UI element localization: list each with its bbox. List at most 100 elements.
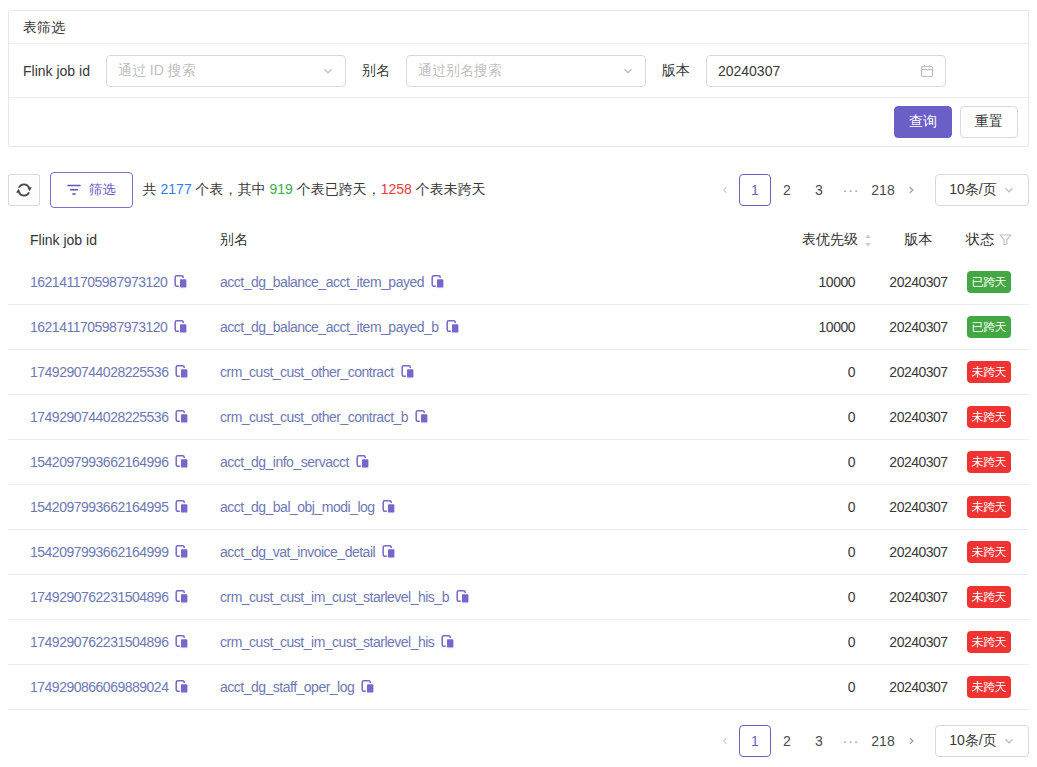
page-number-button[interactable]: 218 (867, 725, 899, 757)
page-number-button[interactable]: 218 (867, 174, 899, 206)
copy-icon[interactable] (361, 680, 375, 694)
alias-link[interactable]: acct_dg_staff_oper_log (220, 679, 354, 695)
version-date-value: 20240307 (718, 63, 920, 79)
col-status[interactable]: 状态 (965, 231, 1013, 249)
table-row: 1542097993662164995 acct_dg_bal_obj_modi_… (8, 485, 1029, 530)
page-number-button[interactable]: 3 (803, 725, 835, 757)
copy-icon[interactable] (356, 455, 370, 469)
filter-panel: 表筛选 Flink job id 通过 ID 搜索 别名 通过别名搜索 版本 2… (8, 10, 1029, 147)
col-priority[interactable]: 表优先级 (755, 231, 872, 249)
funnel-icon (999, 234, 1012, 246)
status-badge: 未跨天 (967, 586, 1012, 608)
alias-label: 别名 (362, 62, 390, 80)
alias-link[interactable]: acct_dg_vat_invoice_detail (220, 544, 375, 560)
copy-icon[interactable] (441, 635, 455, 649)
pagination-top: 123···218 (713, 174, 925, 206)
flink-job-id-link[interactable]: 1749290744028225536 (30, 364, 168, 380)
copy-icon[interactable] (415, 410, 429, 424)
cell-priority: 0 (755, 634, 872, 650)
copy-icon[interactable] (175, 545, 189, 559)
col-version: 版本 (872, 231, 965, 249)
page-next-button[interactable] (899, 174, 925, 206)
sort-icon (864, 234, 872, 247)
page-ellipsis[interactable]: ··· (835, 725, 867, 757)
copy-icon[interactable] (175, 410, 189, 424)
alias-link[interactable]: acct_dg_balance_acct_item_payed_b (220, 319, 439, 335)
alias-link[interactable]: crm_cust_cust_im_cust_starlevel_his (220, 634, 434, 650)
copy-icon[interactable] (446, 320, 460, 334)
flink-job-id-link[interactable]: 1749290762231504896 (30, 634, 168, 650)
copy-icon[interactable] (175, 680, 189, 694)
query-button[interactable]: 查询 (894, 106, 952, 138)
cell-status: 未跨天 (965, 631, 1013, 653)
cell-status: 未跨天 (965, 676, 1013, 698)
cell-version: 20240307 (872, 544, 965, 560)
status-badge: 未跨天 (967, 631, 1012, 653)
flink-job-id-link[interactable]: 1749290866069889024 (30, 679, 168, 695)
copy-icon[interactable] (175, 500, 189, 514)
table-body: 1621411705987973120 acct_dg_balance_acct_… (8, 260, 1029, 710)
flink-job-id-link[interactable]: 1749290744028225536 (30, 409, 168, 425)
page-next-button[interactable] (899, 725, 925, 757)
alias-link[interactable]: crm_cust_cust_im_cust_starlevel_his_b (220, 589, 449, 605)
copy-icon[interactable] (175, 635, 189, 649)
page-size-select-bottom[interactable]: 10条/页 (935, 725, 1029, 757)
table-header: Flink job id 别名 表优先级 版本 状态 (8, 220, 1029, 260)
table-row: 1542097993662164996 acct_dg_info_servacct… (8, 440, 1029, 485)
copy-icon[interactable] (401, 365, 415, 379)
pagination-bottom-row: 123···218 10条/页 (8, 725, 1029, 757)
refresh-button[interactable] (8, 174, 40, 206)
chevron-down-icon (622, 65, 634, 77)
cell-version: 20240307 (872, 364, 965, 380)
page-number-button[interactable]: 1 (739, 174, 771, 206)
cell-version: 20240307 (872, 319, 965, 335)
flink-job-id-link[interactable]: 1621411705987973120 (30, 319, 167, 335)
page-number-button[interactable]: 1 (739, 725, 771, 757)
flink-job-id-link[interactable]: 1749290762231504896 (30, 589, 168, 605)
cell-priority: 0 (755, 364, 872, 380)
summary-text: 共 2177 个表，其中 919 个表已跨天，1258 个表未跨天 (143, 181, 486, 199)
copy-icon[interactable] (431, 275, 445, 289)
cell-version: 20240307 (872, 274, 965, 290)
col-alias: 别名 (220, 231, 755, 249)
copy-icon[interactable] (174, 320, 188, 334)
copy-icon[interactable] (456, 590, 470, 604)
cell-flink-job-id: 1749290762231504896 (30, 589, 220, 605)
alias-link[interactable]: acct_dg_bal_obj_modi_log (220, 499, 375, 515)
col-flink-job-id: Flink job id (30, 232, 220, 248)
page-number-button[interactable]: 3 (803, 174, 835, 206)
cell-flink-job-id: 1749290744028225536 (30, 364, 220, 380)
cell-alias: acct_dg_balance_acct_item_payed (220, 274, 755, 290)
alias-link[interactable]: crm_cust_cust_other_contract (220, 364, 394, 380)
flink-job-id-select[interactable]: 通过 ID 搜索 (106, 55, 346, 87)
table-row: 1621411705987973120 acct_dg_balance_acct_… (8, 260, 1029, 305)
page-number-button[interactable]: 2 (771, 174, 803, 206)
cell-version: 20240307 (872, 679, 965, 695)
flink-job-id-link[interactable]: 1621411705987973120 (30, 274, 167, 290)
page-ellipsis[interactable]: ··· (835, 174, 867, 206)
cell-version: 20240307 (872, 499, 965, 515)
alias-link[interactable]: acct_dg_balance_acct_item_payed (220, 274, 424, 290)
flink-job-id-link[interactable]: 1542097993662164995 (30, 499, 168, 515)
copy-icon[interactable] (382, 545, 396, 559)
cell-alias: crm_cust_cust_other_contract (220, 364, 755, 380)
flink-job-id-link[interactable]: 1542097993662164996 (30, 454, 168, 470)
copy-icon[interactable] (175, 365, 189, 379)
alias-link[interactable]: crm_cust_cust_other_contract_b (220, 409, 408, 425)
version-date-input[interactable]: 20240307 (706, 55, 946, 87)
alias-select[interactable]: 通过别名搜索 (406, 55, 646, 87)
calendar-icon (920, 64, 934, 78)
chevron-down-icon (1003, 184, 1015, 196)
alias-link[interactable]: acct_dg_info_servacct (220, 454, 349, 470)
flink-job-id-link[interactable]: 1542097993662164999 (30, 544, 168, 560)
copy-icon[interactable] (175, 455, 189, 469)
copy-icon[interactable] (174, 275, 188, 289)
page-number-button[interactable]: 2 (771, 725, 803, 757)
copy-icon[interactable] (382, 500, 396, 514)
page-size-select-top[interactable]: 10条/页 (935, 174, 1029, 206)
page-prev-button[interactable] (713, 725, 739, 757)
filter-button[interactable]: 筛选 (50, 172, 133, 208)
copy-icon[interactable] (175, 590, 189, 604)
reset-button[interactable]: 重置 (960, 106, 1018, 138)
page-prev-button[interactable] (713, 174, 739, 206)
